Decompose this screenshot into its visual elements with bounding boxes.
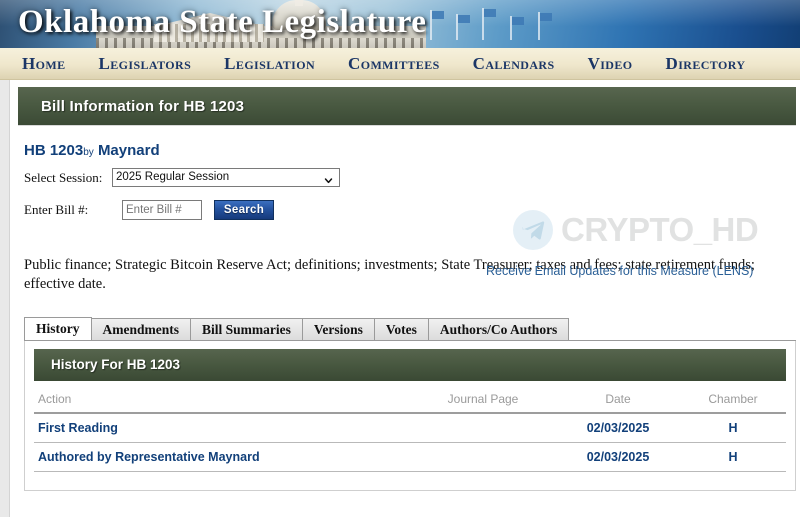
- tab-votes[interactable]: Votes: [373, 317, 429, 340]
- left-gutter: [0, 80, 10, 517]
- page-title: Bill Information for HB 1203: [41, 97, 245, 115]
- tab-authors-co-authors[interactable]: Authors/Co Authors: [427, 317, 570, 340]
- table-row: Authored by Representative Maynard 02/03…: [34, 442, 786, 472]
- site-banner: Oklahoma State Legislature: [0, 0, 800, 48]
- session-row: Select Session: 2025 Regular Session: [24, 168, 800, 187]
- nav-item-committees[interactable]: Committees: [348, 54, 440, 74]
- bill-author[interactable]: Maynard: [98, 142, 160, 159]
- nav-item-video[interactable]: Video: [588, 54, 633, 74]
- table-header-row: Action Journal Page Date Chamber: [34, 387, 786, 414]
- column-header-chamber: Chamber: [676, 387, 786, 414]
- tab-history[interactable]: History: [24, 316, 92, 340]
- nav-item-legislators[interactable]: Legislators: [99, 54, 192, 74]
- flags-decoration: [430, 0, 560, 40]
- row-action[interactable]: First Reading: [34, 412, 406, 443]
- session-label: Select Session:: [24, 169, 103, 185]
- bill-by-word: by: [83, 147, 94, 158]
- bill-tabs: History Amendments Bill Summaries Versio…: [24, 316, 796, 341]
- session-select-wrapper: 2025 Regular Session: [112, 168, 340, 187]
- row-journal-page: [406, 442, 556, 472]
- content-area: Bill Information for HB 1203 CRYPTO_HD H…: [10, 80, 800, 517]
- history-panel-header: History For HB 1203: [34, 348, 786, 381]
- session-select[interactable]: 2025 Regular Session: [112, 168, 340, 187]
- bill-search-row: Enter Bill #: Search: [24, 200, 800, 220]
- site-title: Oklahoma State Legislature: [18, 4, 427, 40]
- row-chamber: H: [676, 412, 786, 443]
- page-header-bar: Bill Information for HB 1203: [18, 87, 796, 125]
- page-root: Oklahoma State Legislature Home Legislat…: [0, 0, 800, 517]
- row-journal-page: [406, 412, 556, 443]
- nav-item-legislation[interactable]: Legislation: [224, 54, 315, 74]
- table-row: First Reading 02/03/2025 H: [34, 412, 786, 443]
- search-button[interactable]: Search: [214, 200, 274, 220]
- bill-number[interactable]: HB 1203: [24, 142, 83, 159]
- row-date: 02/03/2025: [556, 412, 676, 443]
- bill-number-input[interactable]: [122, 200, 202, 220]
- bill-number-label: Enter Bill #:: [24, 202, 89, 217]
- tab-bill-summaries[interactable]: Bill Summaries: [190, 317, 303, 340]
- nav-item-home[interactable]: Home: [22, 54, 66, 74]
- nav-item-calendars[interactable]: Calendars: [473, 54, 555, 74]
- tab-amendments[interactable]: Amendments: [90, 317, 191, 340]
- nav-item-directory[interactable]: Directory: [666, 54, 746, 74]
- history-panel: History For HB 1203 Action Journal Page …: [24, 340, 796, 491]
- bill-heading: HB 1203by Maynard: [24, 142, 800, 159]
- main-navigation: Home Legislators Legislation Committees …: [0, 48, 800, 80]
- column-header-journal-page: Journal Page: [406, 387, 556, 414]
- page-body: Bill Information for HB 1203 CRYPTO_HD H…: [0, 80, 800, 517]
- history-table: Action Journal Page Date Chamber First R…: [34, 387, 786, 472]
- row-action[interactable]: Authored by Representative Maynard: [34, 442, 406, 472]
- column-header-action: Action: [34, 387, 406, 414]
- tab-versions[interactable]: Versions: [301, 317, 375, 340]
- history-panel-title: History For HB 1203: [51, 357, 181, 373]
- lens-email-updates-link[interactable]: Receive Email Updates for this Measure (…: [486, 264, 753, 278]
- row-chamber: H: [676, 442, 786, 472]
- row-date: 02/03/2025: [556, 442, 676, 472]
- column-header-date: Date: [556, 387, 676, 414]
